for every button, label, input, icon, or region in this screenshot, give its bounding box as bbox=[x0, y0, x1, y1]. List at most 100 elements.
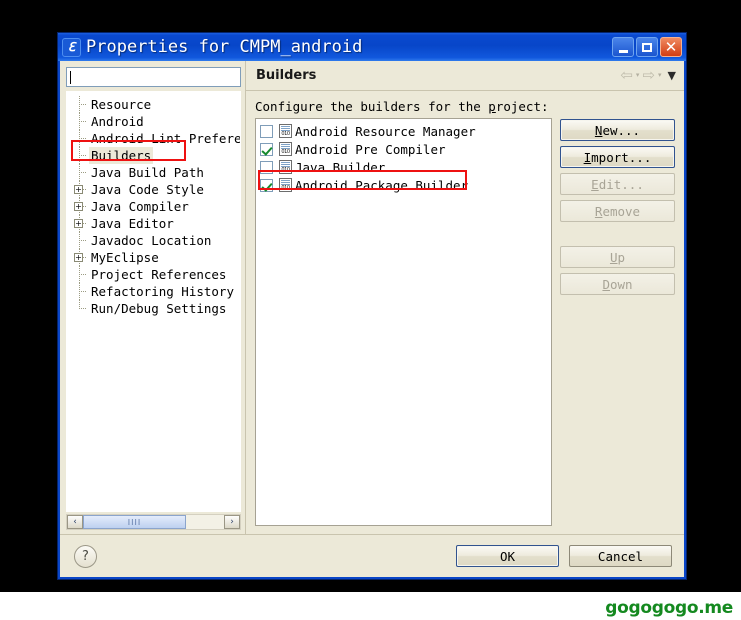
sidebar-item-label: Builders bbox=[89, 147, 154, 164]
builder-file-icon: 010 bbox=[279, 178, 292, 192]
down-button: Down bbox=[560, 273, 675, 295]
builder-file-icon: 010 bbox=[279, 142, 292, 156]
builder-checkbox[interactable] bbox=[260, 178, 273, 192]
description-mnemonic: p bbox=[488, 99, 496, 114]
sidebar-item-label: MyEclipse bbox=[91, 250, 159, 265]
sidebar-horizontal-scrollbar[interactable]: ‹ IIII › bbox=[66, 514, 241, 530]
page-title: Builders bbox=[256, 68, 317, 83]
tree-line-icon bbox=[71, 266, 89, 283]
builder-checkbox[interactable] bbox=[260, 142, 273, 156]
tree-line-icon bbox=[71, 96, 89, 113]
sidebar-item-java-compiler[interactable]: + Java Compiler bbox=[71, 198, 240, 215]
page-body: Configure the builders for the project: … bbox=[246, 91, 684, 534]
properties-dialog: ℇ Properties for CMPM_android ✕ Resource… bbox=[57, 32, 687, 580]
sidebar-item-label: Java Editor bbox=[91, 216, 174, 231]
tree-line-icon bbox=[71, 113, 89, 130]
forward-arrow-icon[interactable]: ⇨ bbox=[642, 68, 655, 83]
dialog-body: Resource Android Android Lint Preferen Buil… bbox=[60, 61, 684, 577]
button-group-spacer bbox=[560, 227, 675, 241]
close-button[interactable]: ✕ bbox=[660, 37, 682, 57]
new-button[interactable]: New... bbox=[560, 119, 675, 141]
settings-sidebar: Resource Android Android Lint Preferen Buil… bbox=[60, 61, 245, 534]
sidebar-item-java-build-path[interactable]: Java Build Path bbox=[71, 164, 240, 181]
sidebar-item-java-editor[interactable]: + Java Editor bbox=[71, 215, 240, 232]
button-mnemonic: N bbox=[594, 122, 603, 138]
remove-button: Remove bbox=[560, 200, 675, 222]
minimize-button[interactable] bbox=[612, 37, 634, 57]
maximize-button[interactable] bbox=[636, 37, 658, 57]
builders-row: 010 Android Resource Manager 010 Android Pr… bbox=[255, 118, 675, 534]
window-controls: ✕ bbox=[612, 37, 682, 57]
ok-button[interactable]: OK bbox=[456, 545, 559, 567]
sidebar-item-java-code-style[interactable]: + Java Code Style bbox=[71, 181, 240, 198]
expand-plus-icon[interactable]: + bbox=[74, 253, 83, 262]
scrollbar-thumb[interactable]: IIII bbox=[83, 515, 186, 529]
tree-expander-icon[interactable]: + bbox=[71, 215, 89, 232]
back-arrow-icon[interactable]: ⇦ bbox=[620, 68, 633, 83]
expand-plus-icon[interactable]: + bbox=[74, 185, 83, 194]
sidebar-item-label: Run/Debug Settings bbox=[91, 301, 227, 316]
filter-input[interactable] bbox=[66, 67, 241, 87]
settings-tree[interactable]: Resource Android Android Lint Preferen Buil… bbox=[66, 91, 241, 512]
tree-expander-icon[interactable]: + bbox=[71, 198, 89, 215]
sidebar-item-label: Refactoring History bbox=[91, 284, 234, 299]
button-label-post: own bbox=[609, 276, 633, 292]
sidebar-item-builders[interactable]: Builders bbox=[71, 147, 240, 164]
properties-icon: ℇ bbox=[62, 37, 81, 57]
help-button[interactable]: ? bbox=[74, 544, 97, 568]
button-label-post: ew... bbox=[602, 122, 641, 138]
button-label-post: emove bbox=[602, 203, 641, 219]
back-dropdown-icon[interactable]: ▾ bbox=[636, 72, 640, 79]
builder-row[interactable]: 010 Android Pre Compiler bbox=[260, 140, 549, 158]
tree-line-icon bbox=[71, 147, 89, 164]
settings-page: Builders ⇦ ▾ ⇨ ▾ ▼ Configure the builder… bbox=[245, 61, 684, 534]
builders-list[interactable]: 010 Android Resource Manager 010 Android Pr… bbox=[255, 118, 552, 526]
builder-checkbox[interactable] bbox=[260, 160, 273, 174]
dialog-title: Properties for CMPM_android bbox=[86, 37, 363, 57]
builder-checkbox[interactable] bbox=[260, 124, 273, 138]
builder-label: Android Package Builder bbox=[295, 177, 469, 193]
scroll-left-button[interactable]: ‹ bbox=[67, 515, 83, 529]
builder-row[interactable]: 010 Android Resource Manager bbox=[260, 122, 549, 140]
forward-dropdown-icon[interactable]: ▾ bbox=[658, 72, 662, 79]
dialog-title-bar[interactable]: ℇ Properties for CMPM_android ✕ bbox=[58, 33, 686, 61]
tree-expander-icon[interactable]: + bbox=[71, 181, 89, 198]
tree-line-icon bbox=[71, 130, 89, 147]
scroll-right-button[interactable]: › bbox=[224, 515, 240, 529]
tree-line-icon bbox=[71, 283, 89, 300]
tree-expander-icon[interactable]: + bbox=[71, 249, 89, 266]
button-mnemonic: D bbox=[602, 276, 610, 292]
import-button[interactable]: Import... bbox=[560, 146, 675, 168]
builder-icon-binary-text: 010 bbox=[280, 185, 291, 191]
sidebar-item-run-debug-settings[interactable]: Run/Debug Settings bbox=[71, 300, 240, 317]
button-mnemonic: E bbox=[591, 176, 599, 192]
sidebar-item-label: Resource bbox=[91, 97, 152, 112]
builders-description: Configure the builders for the project: bbox=[255, 99, 675, 114]
expand-plus-icon[interactable]: + bbox=[74, 219, 83, 228]
builder-file-icon: 010 bbox=[279, 124, 292, 138]
description-post: roject: bbox=[495, 99, 549, 114]
sidebar-item-resource[interactable]: Resource bbox=[71, 96, 240, 113]
sidebar-item-javadoc-location[interactable]: Javadoc Location bbox=[71, 232, 240, 249]
button-label-post: p bbox=[617, 249, 626, 265]
cancel-button[interactable]: Cancel bbox=[569, 545, 672, 567]
sidebar-item-project-references[interactable]: Project References bbox=[71, 266, 240, 283]
button-mnemonic: R bbox=[594, 203, 603, 219]
expand-plus-icon[interactable]: + bbox=[74, 202, 83, 211]
sidebar-item-android[interactable]: Android bbox=[71, 113, 240, 130]
sidebar-item-label: Android bbox=[91, 114, 144, 129]
builder-icon-binary-text: 010 bbox=[280, 149, 291, 155]
dialog-footer: ? OK Cancel bbox=[60, 534, 684, 577]
sidebar-item-android-lint-preferen[interactable]: Android Lint Preferen bbox=[71, 130, 240, 147]
sidebar-item-myeclipse[interactable]: + MyEclipse bbox=[71, 249, 240, 266]
page-menu-icon[interactable]: ▼ bbox=[668, 70, 676, 81]
builder-row[interactable]: 010 Android Package Builder bbox=[260, 176, 549, 194]
sidebar-item-label: Android Lint Preferen bbox=[91, 131, 241, 146]
page-header: Builders ⇦ ▾ ⇨ ▾ ▼ bbox=[246, 61, 684, 91]
sidebar-item-label: Java Build Path bbox=[91, 165, 204, 180]
scrollbar-track[interactable]: IIII bbox=[83, 515, 224, 529]
sidebar-item-label: Java Code Style bbox=[91, 182, 204, 197]
sidebar-item-refactoring-history[interactable]: Refactoring History bbox=[71, 283, 240, 300]
sidebar-item-label: Javadoc Location bbox=[91, 233, 212, 248]
builder-row[interactable]: 010 Java Builder bbox=[260, 158, 549, 176]
